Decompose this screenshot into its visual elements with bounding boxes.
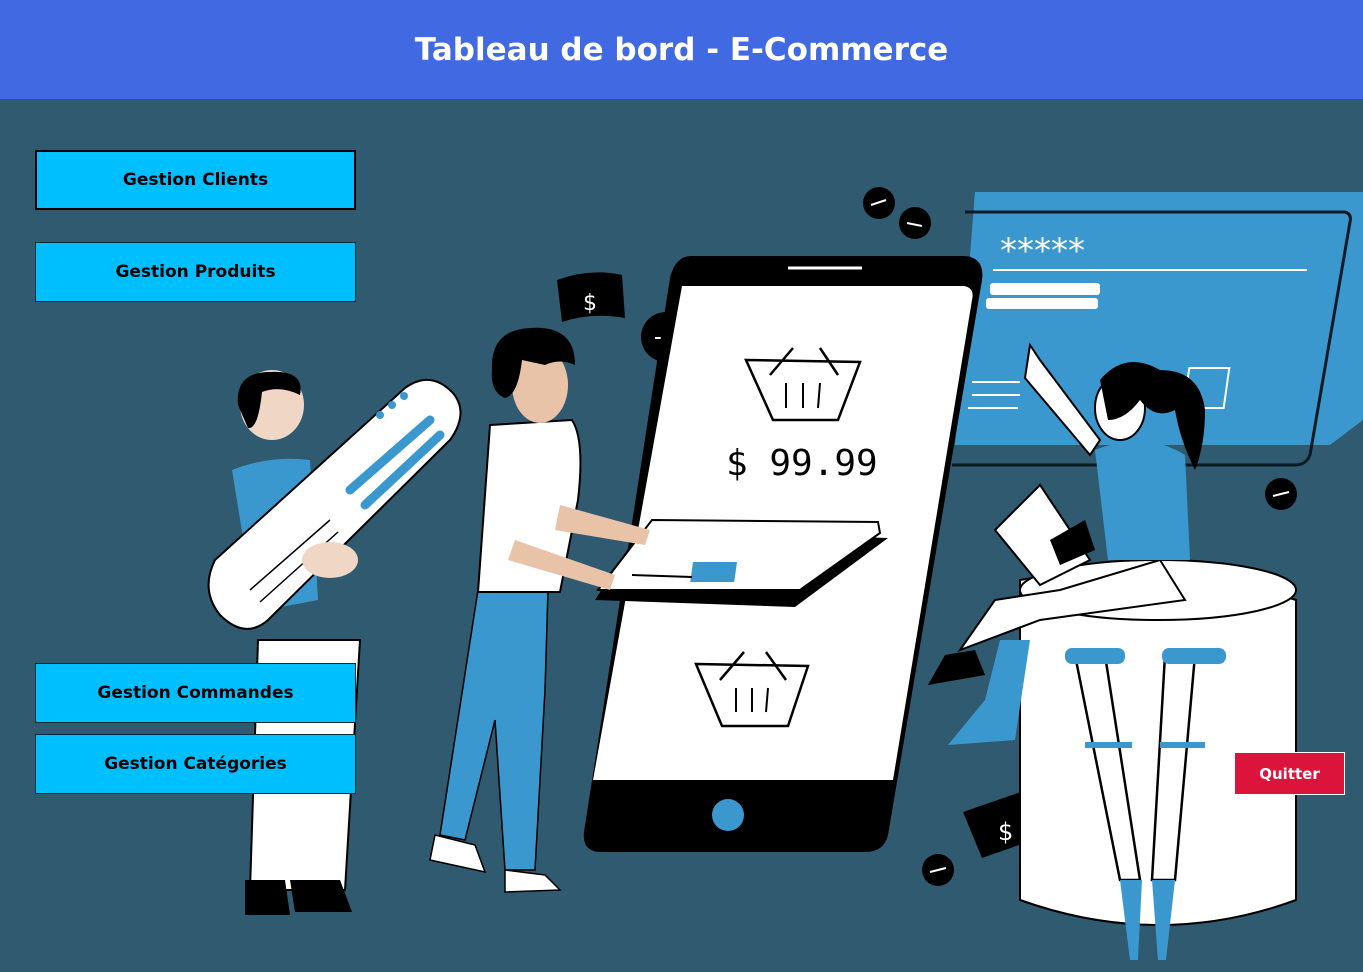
price-text: $ 99.99 (726, 443, 878, 484)
person-left-illustration (207, 370, 462, 915)
card-password-text: ***** (1000, 231, 1085, 271)
quit-button[interactable]: Quitter (1234, 752, 1345, 795)
svg-text:$: $ (583, 291, 597, 316)
page-title: Tableau de bord - E-Commerce (414, 31, 949, 68)
gestion-produits-button[interactable]: Gestion Produits (35, 242, 356, 302)
gestion-clients-button[interactable]: Gestion Clients (35, 150, 356, 210)
gestion-commandes-button[interactable]: Gestion Commandes (35, 663, 356, 723)
credit-card-illustration: ***** (952, 192, 1363, 467)
ecommerce-illustration: ***** $ $ $ 99.99 (207, 187, 1363, 960)
svg-text:$: $ (998, 818, 1013, 846)
gestion-categories-button[interactable]: Gestion Catégories (35, 734, 356, 794)
app-header: Tableau de bord - E-Commerce (0, 0, 1363, 99)
